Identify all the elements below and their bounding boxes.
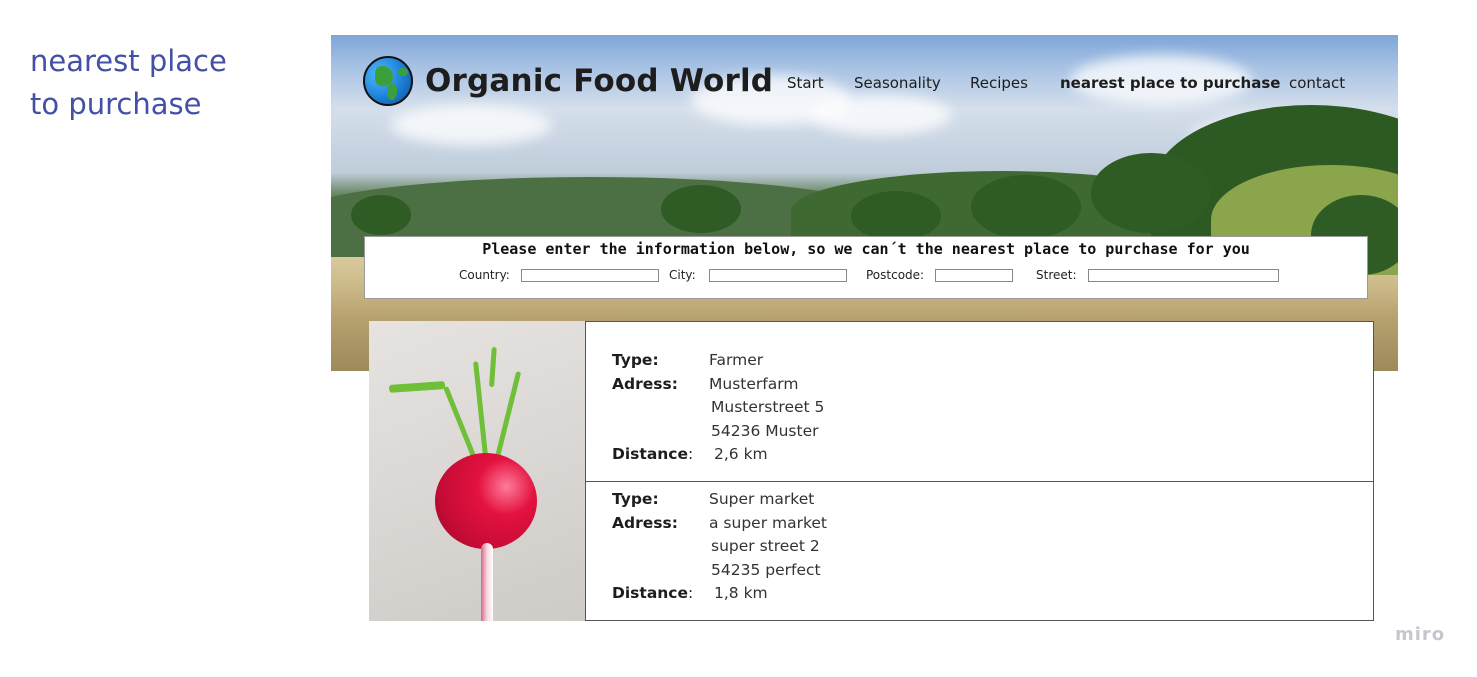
- miro-watermark: miro: [1395, 624, 1446, 645]
- nav-contact[interactable]: contact: [1289, 74, 1345, 92]
- frame-title-line-1: nearest place: [30, 44, 227, 78]
- country-input[interactable]: [521, 269, 659, 282]
- type-label: Type:: [612, 490, 659, 508]
- adress-line-3: 54235 perfect: [711, 561, 821, 579]
- distance-value: 2,6 km: [714, 445, 768, 463]
- type-label: Type:: [612, 351, 659, 369]
- site-name: Organic Food World: [425, 63, 774, 99]
- search-heading: Please enter the information below, so w…: [482, 240, 1250, 258]
- adress-line-3: 54236 Muster: [711, 422, 819, 440]
- globe-icon: [363, 56, 413, 106]
- distance-value: 1,8 km: [714, 584, 768, 602]
- country-label: Country:: [459, 268, 510, 282]
- adress-line-2: Musterstreet 5: [711, 398, 825, 416]
- nav-seasonality[interactable]: Seasonality: [854, 74, 941, 92]
- nav-nearest-place-to-purchase[interactable]: nearest place to purchase: [1060, 74, 1280, 92]
- site-logo[interactable]: Organic Food World: [363, 56, 773, 106]
- street-input[interactable]: [1088, 269, 1279, 282]
- frame-title-line-2: to purchase: [30, 87, 202, 121]
- postcode-label: Postcode:: [866, 268, 925, 282]
- distance-label: Distance:: [612, 584, 694, 602]
- adress-line-1: a super market: [709, 514, 828, 532]
- adress-line-2: super street 2: [711, 537, 820, 555]
- result-card[interactable]: Type: Super market Adress: a super marke…: [585, 481, 1374, 621]
- nav-recipes[interactable]: Recipes: [970, 74, 1028, 92]
- street-label: Street:: [1036, 268, 1077, 282]
- nav-start[interactable]: Start: [787, 74, 824, 92]
- postcode-input[interactable]: [935, 269, 1013, 282]
- frame-title: nearest place to purchase: [30, 40, 290, 126]
- city-label: City:: [669, 268, 696, 282]
- result-card[interactable]: Type: Farmer Adress: Musterfarm Musterst…: [585, 321, 1374, 482]
- distance-label: Distance:: [612, 445, 694, 463]
- city-input[interactable]: [709, 269, 847, 282]
- adress-label: Adress:: [612, 375, 678, 393]
- adress-label: Adress:: [612, 514, 678, 532]
- radish-image: [369, 321, 585, 621]
- location-search-form: Please enter the information below, so w…: [364, 236, 1368, 299]
- type-value: Super market: [709, 490, 815, 508]
- type-value: Farmer: [709, 351, 764, 369]
- adress-line-1: Musterfarm: [709, 375, 799, 393]
- results-panel: Type: Farmer Adress: Musterfarm Musterst…: [369, 321, 1374, 621]
